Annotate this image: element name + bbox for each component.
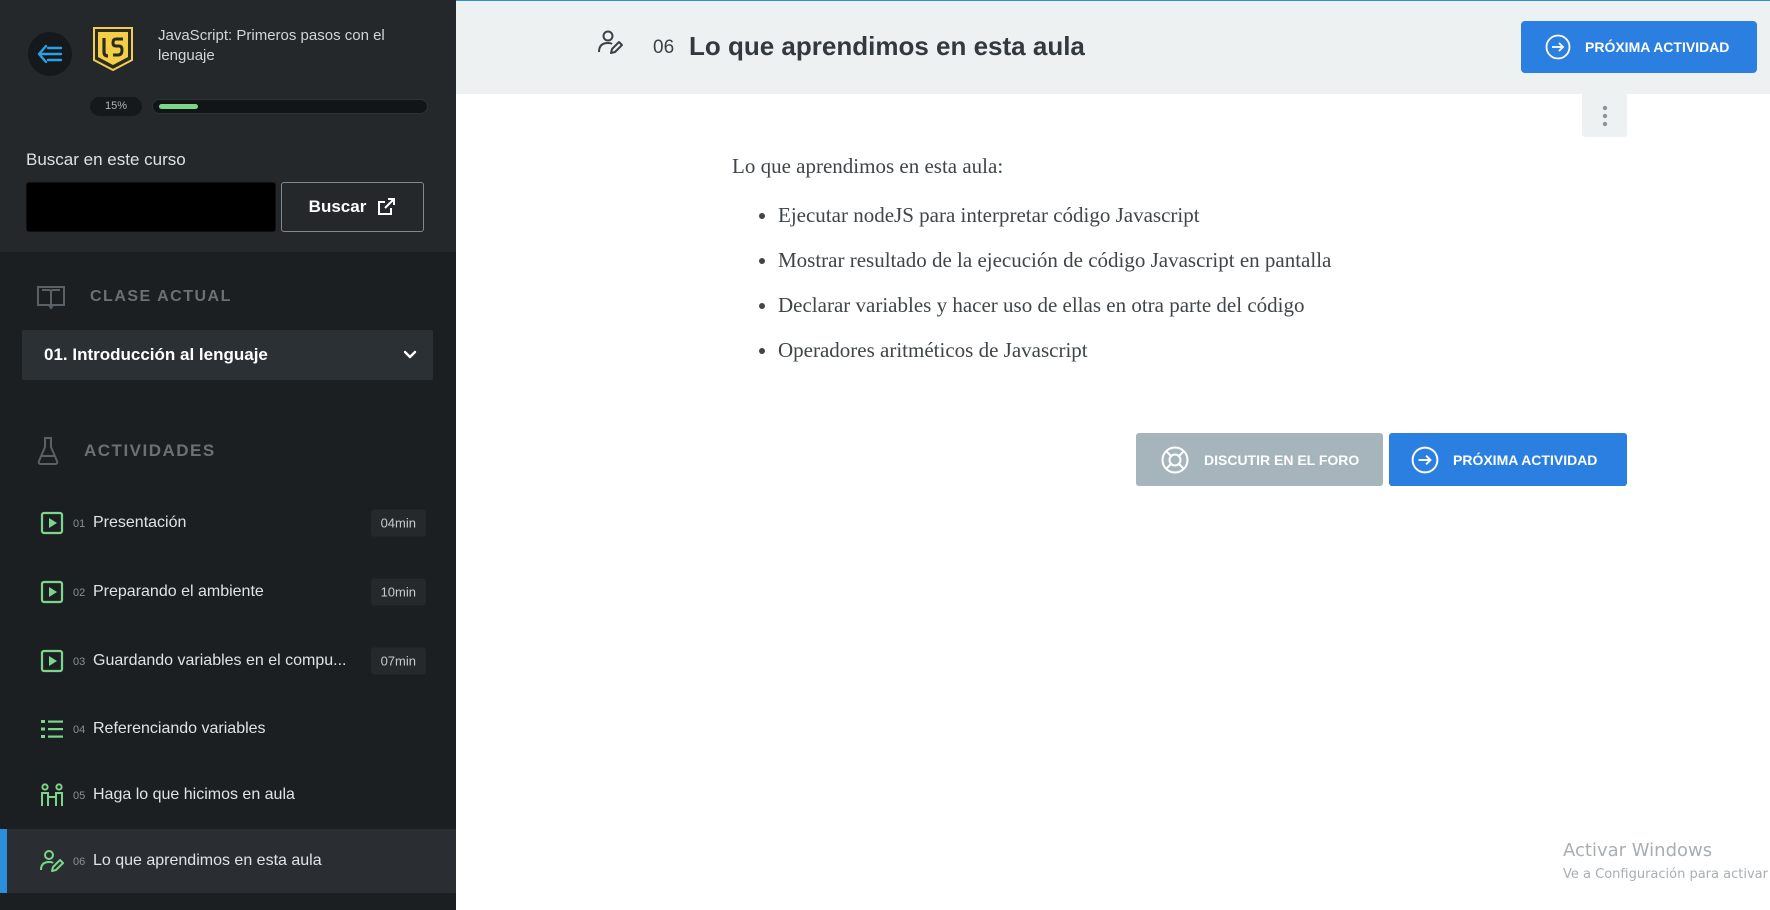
- arrow-right-circle-icon: [1545, 34, 1571, 60]
- lesson-bullet-list: Ejecutar nodeJS para interpretar código …: [732, 203, 1592, 362]
- video-play-icon: [40, 580, 64, 604]
- current-class-header: CLASE ACTUAL: [36, 284, 232, 310]
- activity-item-lo-que-aprendimos[interactable]: 06 Lo que aprendimos en esta aula: [0, 829, 456, 893]
- list-item: Mostrar resultado de la ejecución de cód…: [778, 248, 1592, 272]
- back-menu-icon: [37, 44, 63, 64]
- arrow-right-circle-icon: [1411, 446, 1439, 473]
- search-button[interactable]: Buscar: [281, 182, 424, 232]
- current-class-dropdown[interactable]: 01. Introducción al lenguaje: [22, 330, 433, 380]
- kebab-menu-icon: [1602, 105, 1607, 126]
- main-content: 06 Lo que aprendimos en esta aula PRÓXIM…: [456, 0, 1770, 910]
- activity-number: 02: [73, 587, 86, 600]
- activity-item-presentacion[interactable]: 01 Presentación 04min: [0, 493, 456, 553]
- book-icon: [37, 286, 65, 310]
- lesson-number: 06: [653, 37, 675, 58]
- video-play-icon: [40, 649, 64, 673]
- activity-item-preparando[interactable]: 02 Preparando el ambiente 10min: [0, 562, 456, 622]
- activity-item-referenciando[interactable]: 04 Referenciando variables: [0, 699, 456, 759]
- user-edit-icon: [598, 30, 623, 54]
- progress-bar-fill: [159, 104, 198, 109]
- activity-label: Preparando el ambiente: [93, 583, 264, 600]
- activity-duration: 04min: [370, 509, 426, 537]
- user-edit-icon: [40, 850, 64, 872]
- activities-header-label: ACTIVIDADES: [84, 441, 216, 460]
- activity-label: Lo que aprendimos en esta aula: [93, 852, 322, 869]
- current-class-header-label: CLASE ACTUAL: [90, 288, 232, 305]
- list-icon: [41, 720, 63, 738]
- people-practice-icon: [41, 783, 63, 806]
- next-activity-label: PRÓXIMA ACTIVIDAD: [1453, 451, 1598, 468]
- activity-number: 01: [73, 518, 86, 531]
- list-item: Operadores aritméticos de Javascript: [778, 338, 1592, 362]
- more-options-button[interactable]: [1582, 94, 1627, 137]
- windows-activation-watermark: Activar Windows Ve a Configuración para …: [1563, 840, 1768, 882]
- lifebuoy-icon: [1161, 446, 1189, 473]
- discuss-forum-button[interactable]: DISCUTIR EN EL FORO: [1136, 433, 1383, 486]
- external-link-icon: [378, 198, 396, 215]
- activity-item-guardando[interactable]: 03 Guardando variables en el compu... 07…: [0, 631, 456, 691]
- lesson-header: 06 Lo que aprendimos en esta aula PRÓXIM…: [456, 0, 1770, 94]
- watermark-line-2: Ve a Configuración para activar: [1563, 867, 1768, 882]
- discuss-forum-label: DISCUTIR EN EL FORO: [1204, 451, 1360, 468]
- video-play-icon: [40, 511, 64, 535]
- javascript-logo-icon: [92, 26, 134, 72]
- list-item: Declarar variables y hacer uso de ellas …: [778, 293, 1592, 317]
- progress-bar: [152, 99, 428, 114]
- sidebar-course-panel: JavaScript: Primeros pasos con el lengua…: [0, 0, 456, 252]
- course-title[interactable]: JavaScript: Primeros pasos con el lengua…: [158, 26, 418, 66]
- next-activity-label: PRÓXIMA ACTIVIDAD: [1585, 39, 1730, 55]
- activity-number: 03: [73, 656, 86, 669]
- watermark-line-1: Activar Windows: [1563, 840, 1713, 861]
- activity-number: 04: [73, 724, 86, 737]
- activity-label: Referenciando variables: [93, 720, 266, 737]
- activity-item-haga-lo-que-hicimos[interactable]: 05 Haga lo que hicimos en aula: [0, 765, 456, 825]
- activity-duration: 07min: [370, 647, 426, 675]
- activity-number: 06: [73, 856, 86, 869]
- activity-label: Guardando variables en el compu...: [93, 652, 347, 669]
- next-activity-button-top[interactable]: PRÓXIMA ACTIVIDAD: [1521, 21, 1757, 73]
- chevron-down-icon: [403, 350, 417, 359]
- lesson-body: Lo que aprendimos en esta aula: Ejecutar…: [732, 154, 1592, 383]
- activity-label: Presentación: [93, 514, 187, 531]
- back-button[interactable]: [28, 32, 72, 76]
- activity-number: 05: [73, 790, 86, 803]
- next-activity-button-bottom[interactable]: PRÓXIMA ACTIVIDAD: [1389, 433, 1627, 486]
- current-class-value: 01. Introducción al lenguaje: [44, 345, 268, 364]
- search-label: Buscar en este curso: [26, 150, 186, 169]
- activity-label: Haga lo que hicimos en aula: [93, 786, 295, 803]
- progress-percent: 15%: [90, 97, 142, 116]
- sidebar: JavaScript: Primeros pasos con el lengua…: [0, 0, 456, 910]
- lesson-intro: Lo que aprendimos en esta aula:: [732, 154, 1004, 178]
- lesson-title: Lo que aprendimos en esta aula: [689, 31, 1085, 61]
- search-button-label: Buscar: [308, 197, 367, 216]
- flask-icon: [37, 437, 59, 465]
- activities-header: ACTIVIDADES: [36, 436, 216, 466]
- list-item: Ejecutar nodeJS para interpretar código …: [778, 203, 1592, 227]
- search-input[interactable]: [26, 182, 276, 232]
- activity-duration: 10min: [370, 578, 426, 606]
